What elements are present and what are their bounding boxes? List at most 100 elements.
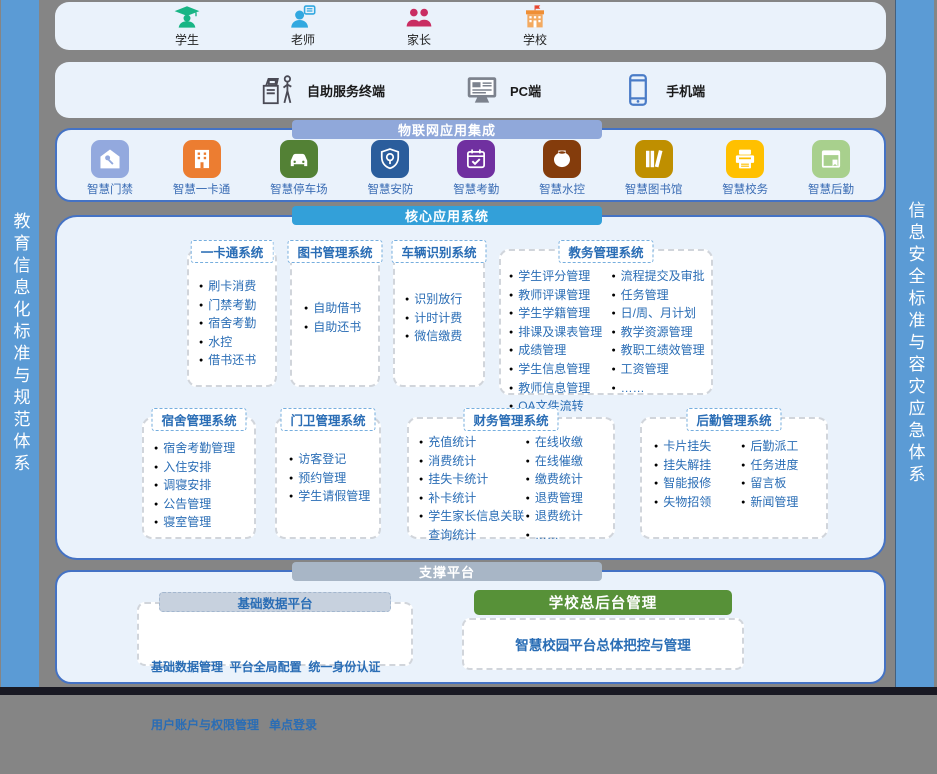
iot-label: 智慧水控 xyxy=(539,181,585,197)
user-item-teacher: 老师 xyxy=(267,4,339,48)
iot-item-school-affairs: 智慧校务 xyxy=(722,140,768,197)
security-shield-icon xyxy=(371,140,409,178)
smart-campus-architecture: 学生 老师 家长 xyxy=(55,0,886,687)
list-item: ●自助还书 xyxy=(304,318,361,337)
card-title: 一卡通系统 xyxy=(191,240,274,263)
card-title: 车辆识别系统 xyxy=(391,240,486,263)
school-admin-card: 学校总后台管理 智慧校园平台总体把控与管理 xyxy=(462,618,744,670)
iot-label: 智慧考勤 xyxy=(453,181,499,197)
user-label: 学生 xyxy=(175,31,199,48)
card-logistics-system: 后勤管理系统 ●卡片挂失●挂失解挂●智能报修●失物招领 ●后勤派工●任务进度●留… xyxy=(640,417,828,539)
list-item: ●智能报修 xyxy=(654,474,741,493)
list-item: ●宿舍考勤 xyxy=(199,314,256,333)
list-item: ●日/周、月计划 xyxy=(611,304,709,323)
list-item: ●刷卡消费 xyxy=(199,277,256,296)
base-data-platform-title: 基础数据平台 xyxy=(159,592,391,612)
list-item: ●退费管理 xyxy=(526,489,611,508)
list-item: ●公告管理 xyxy=(154,495,235,514)
school-admin-title: 学校总后台管理 xyxy=(474,590,732,615)
card-title: 教务管理系统 xyxy=(558,240,653,263)
list-item: ●借书还书 xyxy=(199,351,256,370)
terminal-item-pc: PC端 xyxy=(463,72,541,108)
list-item: ●留言板 xyxy=(741,474,824,493)
users-panel: 学生 老师 家长 xyxy=(55,2,886,50)
list-item: ●任务管理 xyxy=(611,286,709,305)
list-item: ●后勤派工 xyxy=(741,437,824,456)
list-item: ●补卡统计 xyxy=(419,489,526,508)
card-title: 后勤管理系统 xyxy=(686,408,781,431)
list-item: ●访客登记 xyxy=(289,450,370,469)
right-security-label: 信息安全标准与容灾应急体系 xyxy=(903,201,928,487)
list-item: ●宿舍考勤管理 xyxy=(154,439,235,458)
list-item: ●任务进度 xyxy=(741,456,824,475)
iot-item-security: 智慧安防 xyxy=(367,140,413,197)
iot-item-door-access: 智慧门禁 xyxy=(87,140,133,197)
card-gatekeeper-system: 门卫管理系统 ●访客登记●预约管理●学生请假管理 xyxy=(275,417,381,539)
list-item: ●学生家长信息关联查询统计 xyxy=(419,507,526,544)
list-item: ●充值统计 xyxy=(419,433,526,452)
list-item: ●工资管理 xyxy=(611,360,709,379)
water-control-icon xyxy=(543,140,581,178)
list-item: ●寝室管理 xyxy=(154,513,235,532)
card-onecard-system: 一卡通系统 ●刷卡消费●门禁考勤●宿舍考勤●水控●借书还书 xyxy=(187,249,277,387)
student-icon xyxy=(170,4,204,31)
list-item: ●失物招领 xyxy=(654,493,741,512)
door-access-icon xyxy=(91,140,129,178)
terminal-label: 手机端 xyxy=(666,81,705,100)
iot-item-library: 智慧图书馆 xyxy=(625,140,683,197)
user-label: 家长 xyxy=(407,31,431,48)
list-item: ●门禁考勤 xyxy=(199,296,256,315)
user-label: 老师 xyxy=(291,31,315,48)
card-finance-system: 财务管理系统 ●充值统计●消费统计●挂失卡统计●补卡统计●学生家长信息关联查询统… xyxy=(407,417,615,539)
iot-label: 智慧一卡通 xyxy=(173,181,231,197)
terminal-label: PC端 xyxy=(510,81,541,100)
support-platform-panel: 支撑平台 基础数据平台 基础数据管理 平台全局配置 统一身份认证 用户账户与权限… xyxy=(55,570,886,684)
list-item: ●退费统计 xyxy=(526,507,611,526)
school-icon xyxy=(518,4,552,31)
right-security-bar: 信息安全标准与容灾应急体系 xyxy=(895,0,934,687)
list-item: ●教学资源管理 xyxy=(611,323,709,342)
card-dormitory-system: 宿舍管理系统 ●宿舍考勤管理●入住安排●调寝安排●公告管理●寝室管理 xyxy=(142,417,256,539)
list-item: ●自助借书 xyxy=(304,299,361,318)
list-item: ●计时计费 xyxy=(405,309,462,328)
list-item: ●水控 xyxy=(199,333,256,352)
iot-banner: 物联网应用集成 xyxy=(292,120,602,139)
teacher-icon xyxy=(286,4,320,31)
iot-label: 智慧校务 xyxy=(722,181,768,197)
list-item: ●微信缴费 xyxy=(405,327,462,346)
iot-item-attendance: 智慧考勤 xyxy=(453,140,499,197)
terminal-item-kiosk: 自助服务终端 xyxy=(260,72,385,108)
terminals-panel: 自助服务终端 PC端 手机端 xyxy=(55,62,886,118)
parking-car-icon xyxy=(280,140,318,178)
user-item-school: 学校 xyxy=(499,4,571,48)
pc-icon xyxy=(463,72,501,108)
list-item: ●教职工绩效管理 xyxy=(611,341,709,360)
parents-icon xyxy=(402,4,436,31)
list-item: ●挂失解挂 xyxy=(654,456,741,475)
list-item: ●调寝安排 xyxy=(154,476,235,495)
list-item: ●在线收缴 xyxy=(526,433,611,452)
card-title: 门卫管理系统 xyxy=(280,408,375,431)
core-banner: 核心应用系统 xyxy=(292,206,602,225)
iot-label: 智慧门禁 xyxy=(87,181,133,197)
base-data-line: 用户账户与权限管理 单点登录 xyxy=(151,716,403,735)
attendance-calendar-icon xyxy=(457,140,495,178)
support-banner: 支撑平台 xyxy=(292,562,602,581)
base-data-platform-card: 基础数据平台 基础数据管理 平台全局配置 统一身份认证 用户账户与权限管理 单点… xyxy=(137,602,413,666)
list-item: ●学生信息管理 xyxy=(509,360,611,379)
user-label: 学校 xyxy=(523,31,547,48)
iot-label: 智慧图书馆 xyxy=(625,181,683,197)
card-library-system: 图书管理系统 ●自助借书●自助还书 xyxy=(290,249,380,387)
card-title: 图书管理系统 xyxy=(287,240,382,263)
iot-item-parking: 智慧停车场 xyxy=(270,140,328,197)
user-item-student: 学生 xyxy=(151,4,223,48)
card-academic-system: 教务管理系统 ●学生评分管理●教师评课管理●学生学籍管理●排课及课表管理●成绩管… xyxy=(499,249,713,395)
list-item: ●成绩管理 xyxy=(509,341,611,360)
base-data-platform-content: 基础数据管理 平台全局配置 统一身份认证 用户账户与权限管理 单点登录 xyxy=(139,604,411,774)
iot-label: 智慧后勤 xyxy=(808,181,854,197)
list-item: ●学生学籍管理 xyxy=(509,304,611,323)
iot-item-logistics: 智慧后勤 xyxy=(808,140,854,197)
phone-icon xyxy=(619,72,657,108)
list-item: ●挂失卡统计 xyxy=(419,470,526,489)
card-title: 宿舍管理系统 xyxy=(151,408,246,431)
